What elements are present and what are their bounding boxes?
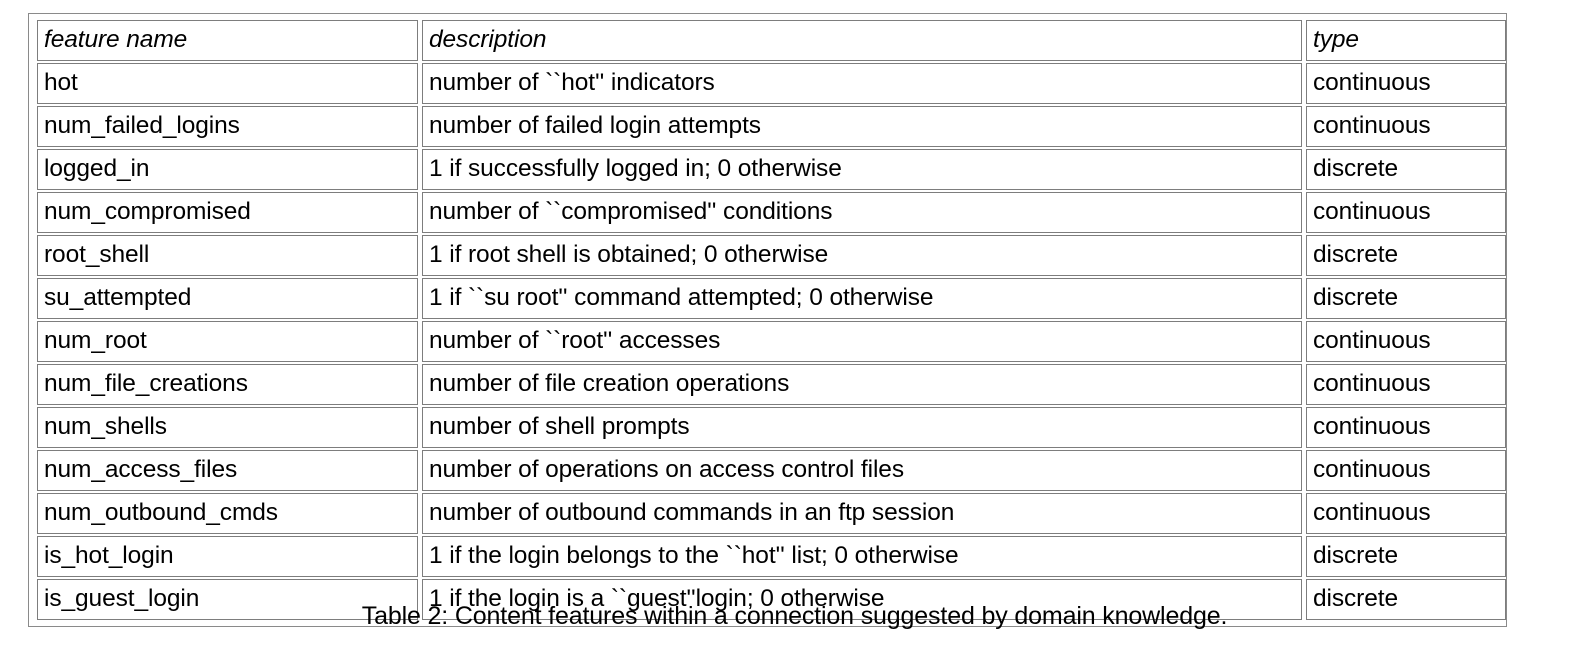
cell-description: number of ``root'' accesses [422, 321, 1302, 362]
document-page: feature name description type hot number… [0, 0, 1589, 656]
cell-description: number of ``hot'' indicators [422, 63, 1302, 104]
cell-feature-name: num_shells [37, 407, 418, 448]
column-header-feature-name: feature name [37, 20, 418, 61]
cell-description: number of failed login attempts [422, 106, 1302, 147]
cell-type: discrete [1306, 278, 1506, 319]
cell-feature-name: num_failed_logins [37, 106, 418, 147]
cell-type: continuous [1306, 407, 1506, 448]
cell-feature-name: num_root [37, 321, 418, 362]
table-row: root_shell 1 if root shell is obtained; … [37, 235, 1506, 276]
cell-description: 1 if root shell is obtained; 0 otherwise [422, 235, 1302, 276]
cell-type: continuous [1306, 493, 1506, 534]
cell-description: number of operations on access control f… [422, 450, 1302, 491]
cell-feature-name: num_compromised [37, 192, 418, 233]
cell-type: discrete [1306, 149, 1506, 190]
table-row: num_compromised number of ``compromised'… [37, 192, 1506, 233]
table-caption: Table 2: Content features within a conne… [361, 602, 1228, 630]
cell-description: 1 if the login belongs to the ``hot'' li… [422, 536, 1302, 577]
cell-feature-name: num_outbound_cmds [37, 493, 418, 534]
cell-type: continuous [1306, 450, 1506, 491]
column-header-type: type [1306, 20, 1506, 61]
table-row: num_outbound_cmds number of outbound com… [37, 493, 1506, 534]
cell-feature-name: logged_in [37, 149, 418, 190]
content-features-table: feature name description type hot number… [33, 18, 1510, 622]
cell-type: continuous [1306, 321, 1506, 362]
table-body: feature name description type hot number… [37, 20, 1506, 620]
cell-feature-name: su_attempted [37, 278, 418, 319]
cell-description: number of outbound commands in an ftp se… [422, 493, 1302, 534]
cell-feature-name: hot [37, 63, 418, 104]
cell-feature-name: num_file_creations [37, 364, 418, 405]
cell-type: continuous [1306, 63, 1506, 104]
table-row: hot number of ``hot'' indicators continu… [37, 63, 1506, 104]
cell-feature-name: num_access_files [37, 450, 418, 491]
cell-type: discrete [1306, 536, 1506, 577]
cell-description: 1 if ``su root'' command attempted; 0 ot… [422, 278, 1302, 319]
feature-table-frame: feature name description type hot number… [28, 13, 1507, 627]
table-header-row: feature name description type [37, 20, 1506, 61]
table-row: logged_in 1 if successfully logged in; 0… [37, 149, 1506, 190]
cell-type: continuous [1306, 192, 1506, 233]
cell-description: number of ``compromised'' conditions [422, 192, 1302, 233]
cell-type: discrete [1306, 235, 1506, 276]
cell-feature-name: root_shell [37, 235, 418, 276]
table-row: num_shells number of shell prompts conti… [37, 407, 1506, 448]
table-row: is_hot_login 1 if the login belongs to t… [37, 536, 1506, 577]
column-header-description: description [422, 20, 1302, 61]
cell-type: continuous [1306, 106, 1506, 147]
table-row: num_file_creations number of file creati… [37, 364, 1506, 405]
table-row: num_failed_logins number of failed login… [37, 106, 1506, 147]
table-row: num_root number of ``root'' accesses con… [37, 321, 1506, 362]
cell-description: number of shell prompts [422, 407, 1302, 448]
table-row: num_access_files number of operations on… [37, 450, 1506, 491]
cell-description: 1 if successfully logged in; 0 otherwise [422, 149, 1302, 190]
cell-type: continuous [1306, 364, 1506, 405]
table-row: su_attempted 1 if ``su root'' command at… [37, 278, 1506, 319]
cell-description: number of file creation operations [422, 364, 1302, 405]
cell-feature-name: is_hot_login [37, 536, 418, 577]
